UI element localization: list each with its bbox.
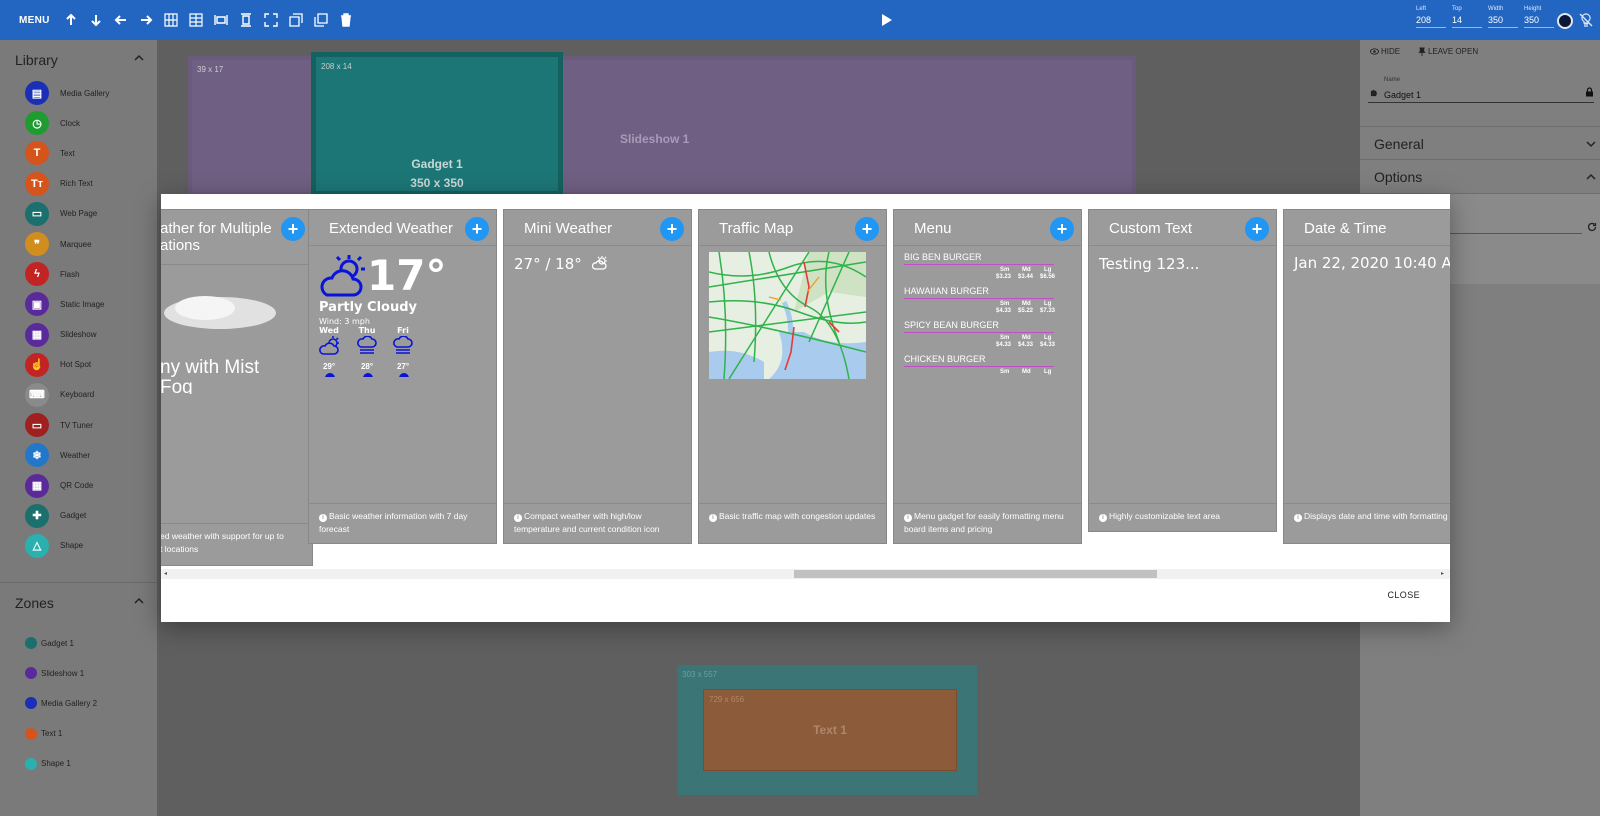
price-value: $7.33 [1040, 308, 1056, 314]
card-preview: 17° Partly Cloudy Wind: 3 mph Wed Thu Fr… [309, 247, 496, 377]
scroll-left-icon[interactable]: ◂ [164, 571, 170, 577]
forecast-temp: 29° [322, 362, 336, 371]
menu-item-name: CHICKEN BURGER [904, 354, 986, 364]
add-gadget-button[interactable]: + [281, 217, 305, 241]
card-description: ed weather with support for up to t loca… [161, 523, 312, 556]
card-description: i Compact weather with high/low temperatu… [504, 503, 691, 536]
gadget-card-menu[interactable]: Menu + BIG BEN BURGER Sm Md Lg $3.23 $3.… [893, 209, 1082, 544]
fog-small-icon [393, 336, 413, 354]
fog-cloud-icon [164, 296, 276, 329]
add-gadget-button[interactable]: + [1245, 217, 1269, 241]
menu-item-name: BIG BEN BURGER [904, 252, 982, 262]
horizontal-scrollbar[interactable]: ◂ ▸ [161, 569, 1450, 579]
price-value: $4.33 [996, 308, 1012, 314]
menu-divider [904, 298, 1054, 299]
card-description: i Displays date and time with formatting … [1284, 503, 1450, 523]
card-description: i Basic weather information with 7 day fo… [309, 503, 496, 536]
add-gadget-button[interactable]: + [465, 217, 489, 241]
partly-cloudy-icon [592, 256, 607, 270]
scrollbar-thumb[interactable] [794, 570, 1157, 578]
price-header: Md [1022, 301, 1031, 307]
card-preview-text: ny with Mist Fog [161, 358, 260, 394]
card-preview: ny with Mist Fog [161, 266, 312, 518]
gadget-card-date-time[interactable]: Date & Time + Jan 22, 2020 10:40 AM iDis… [1283, 209, 1450, 544]
card-preview: BIG BEN BURGER Sm Md Lg $3.23 $3.44 $6.5… [894, 247, 1081, 379]
current-temperature: 17° [367, 251, 447, 300]
forecast-day: Fri [397, 326, 409, 335]
partly-cloudy-icon [320, 255, 365, 297]
gadget-cards-scroller[interactable]: ather for Multiple ations + ny with Mist… [161, 209, 1450, 566]
custom-text-preview: Testing 123... [1099, 255, 1200, 273]
price-header: Md [1022, 335, 1031, 341]
price-header: Lg [1044, 301, 1052, 307]
card-description: i Highly customizable text area [1089, 503, 1276, 523]
forecast-day: Thu [358, 326, 376, 335]
menu-item-name: SPICY BEAN BURGER [904, 320, 999, 330]
price-value: $5.22 [1018, 308, 1034, 314]
price-value: $3.44 [1018, 274, 1034, 280]
menu-item-name: HAWAIIAN BURGER [904, 286, 989, 296]
gadget-card-traffic-map[interactable]: Traffic Map + i Basic traffic map with c… [698, 209, 887, 544]
card-title: Date & Time [1284, 210, 1450, 246]
add-gadget-button[interactable]: + [1050, 217, 1074, 241]
card-preview [699, 247, 886, 499]
card-description: i Basic traffic map with congestion updat… [699, 503, 886, 523]
card-preview: Testing 123... [1089, 247, 1276, 499]
price-header: Sm [1000, 369, 1010, 375]
price-header: Sm [1000, 267, 1010, 273]
scroll-right-icon[interactable]: ▸ [1441, 571, 1447, 577]
date-time-preview: Jan 22, 2020 10:40 AM [1294, 254, 1450, 272]
price-value: $4.33 [1040, 342, 1056, 348]
menu-divider [904, 264, 1054, 265]
price-header: Sm [1000, 335, 1010, 341]
info-icon: i [514, 514, 522, 522]
hi-lo-temperature: 27° / 18° [514, 255, 582, 273]
sunrise-icons [325, 373, 409, 377]
fog-small-icon [357, 336, 377, 354]
price-value: $4.33 [996, 342, 1012, 348]
card-preview: Jan 22, 2020 10:40 AM [1284, 247, 1450, 499]
partly-cloudy-small-icon [319, 336, 339, 355]
price-value: $6.56 [1040, 274, 1056, 280]
info-icon: i [709, 514, 717, 522]
gadget-card-extended-weather[interactable]: Extended Weather + 17° Partly Cloudy Win… [308, 209, 497, 544]
menu-divider [904, 366, 1054, 367]
price-value: $4.33 [1018, 342, 1034, 348]
forecast-temp: 28° [360, 362, 374, 371]
gadget-card-custom-text[interactable]: Custom Text + Testing 123... i Highly cus… [1088, 209, 1277, 532]
price-header: Sm [1000, 301, 1010, 307]
app-window: MENU Left 208 Top 14 Width 350 Height 35… [0, 0, 1600, 816]
add-gadget-button[interactable]: + [660, 217, 684, 241]
gadget-picker-dialog: ather for Multiple ations + ny with Mist… [161, 194, 1450, 622]
price-value: $3.23 [996, 274, 1012, 280]
price-header: Md [1022, 369, 1031, 375]
wind-text: Wind: 3 mph [319, 317, 370, 326]
forecast-day: Wed [319, 326, 339, 335]
gadget-card-weather-multiple[interactable]: ather for Multiple ations + ny with Mist… [161, 209, 313, 566]
close-button[interactable]: CLOSE [1381, 586, 1426, 604]
card-description: i Menu gadget for easily formatting menu … [894, 503, 1081, 536]
info-icon: i [904, 514, 912, 522]
card-preview: 27° / 18° [504, 247, 691, 499]
price-header: Lg [1044, 267, 1052, 273]
add-gadget-button[interactable]: + [855, 217, 879, 241]
forecast-temp: 27° [396, 362, 410, 371]
info-icon: i [319, 514, 327, 522]
price-header: Md [1022, 267, 1031, 273]
menu-divider [904, 332, 1054, 333]
info-icon: i [1294, 514, 1302, 522]
traffic-map-image [709, 252, 866, 379]
gadget-card-mini-weather[interactable]: Mini Weather + 27° / 18° i Compact weathe… [503, 209, 692, 544]
price-header: Lg [1044, 335, 1052, 341]
condition-text: Partly Cloudy [319, 300, 417, 315]
info-icon: i [1099, 514, 1107, 522]
price-header: Lg [1044, 369, 1052, 375]
